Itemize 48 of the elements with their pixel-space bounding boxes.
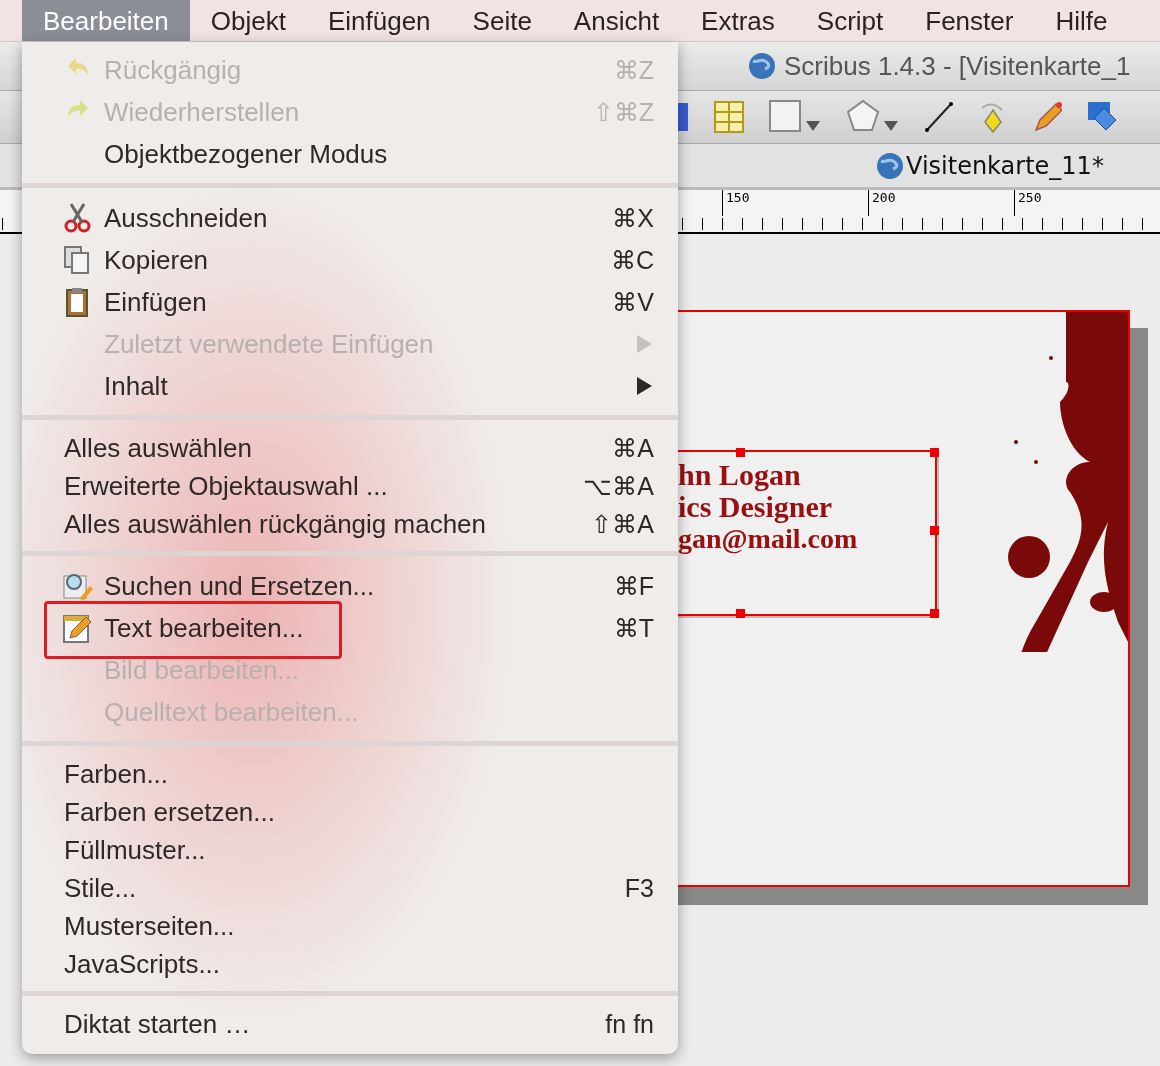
- globe-icon: [876, 151, 904, 180]
- menu-bar-item[interactable]: Hilfe: [1034, 0, 1129, 41]
- menu-bar-item[interactable]: Fenster: [904, 0, 1035, 41]
- card-text: gan@mail.com: [678, 523, 858, 555]
- menu-item[interactable]: Füllmuster...: [22, 831, 678, 869]
- menu-bar-item[interactable]: Seite: [451, 0, 553, 41]
- globe-icon: [748, 52, 776, 80]
- menu-item[interactable]: Objektbezogener Modus: [22, 133, 678, 175]
- shortcut-label: ⇧⌘Z: [592, 97, 654, 127]
- document-tab[interactable]: Visitenkarte_11*: [876, 151, 1104, 180]
- shortcut-label: ⌘T: [613, 613, 654, 643]
- menu-item[interactable]: Farben ersetzen...: [22, 793, 678, 831]
- shortcut-label: ⌘V: [612, 287, 654, 317]
- line-tool-icon[interactable]: [924, 101, 954, 133]
- rectangle-tool-icon[interactable]: [768, 99, 822, 135]
- menu-item[interactable]: Kopieren ⌘C: [22, 239, 678, 281]
- table-icon[interactable]: [714, 101, 744, 133]
- ruler-label: 150: [722, 190, 868, 216]
- shortcut-label: ⌘Z: [613, 55, 654, 85]
- menu-item[interactable]: Farben...: [22, 755, 678, 793]
- menu-bar-item[interactable]: Einfügen: [306, 0, 452, 41]
- card-text: ics Designer: [678, 491, 833, 523]
- ruler-label: 200: [868, 190, 1014, 216]
- menu-item[interactable]: Einfügen ⌘V: [22, 281, 678, 323]
- resize-handle[interactable]: [930, 609, 939, 618]
- menu-bar-item[interactable]: Script: [795, 0, 905, 41]
- menu-item[interactable]: Stile... F3: [22, 869, 678, 907]
- shortcut-label: fn fn: [605, 1009, 654, 1039]
- menu-item[interactable]: Ausschneiden ⌘X: [22, 197, 678, 239]
- resize-handle[interactable]: [930, 448, 939, 457]
- menu-item[interactable]: Musterseiten...: [22, 907, 678, 945]
- card-text: hn Logan: [678, 459, 801, 491]
- resize-handle[interactable]: [930, 526, 939, 535]
- menu-bar-item[interactable]: Ansicht: [552, 0, 681, 41]
- menu-item[interactable]: Inhalt: [22, 365, 678, 407]
- menu-item[interactable]: JavaScripts...: [22, 945, 678, 983]
- pencil-icon[interactable]: [1032, 100, 1062, 134]
- menu-item[interactable]: Diktat starten … fn fn: [22, 1005, 678, 1043]
- resize-handle[interactable]: [736, 448, 745, 457]
- menu-bar-item[interactable]: Extras: [680, 0, 796, 41]
- edit-icon: [62, 612, 94, 644]
- shortcut-label: F3: [624, 873, 654, 903]
- shortcut-label: ⌘C: [610, 245, 654, 275]
- menu-bar-item[interactable]: Objekt: [189, 0, 307, 41]
- shortcut-label: ⌘X: [612, 203, 654, 233]
- ruler-label: 250: [1014, 190, 1160, 216]
- resize-handle[interactable]: [736, 609, 745, 618]
- window-title: Scribus 1.4.3 - [Visitenkarte_1: [784, 50, 1131, 82]
